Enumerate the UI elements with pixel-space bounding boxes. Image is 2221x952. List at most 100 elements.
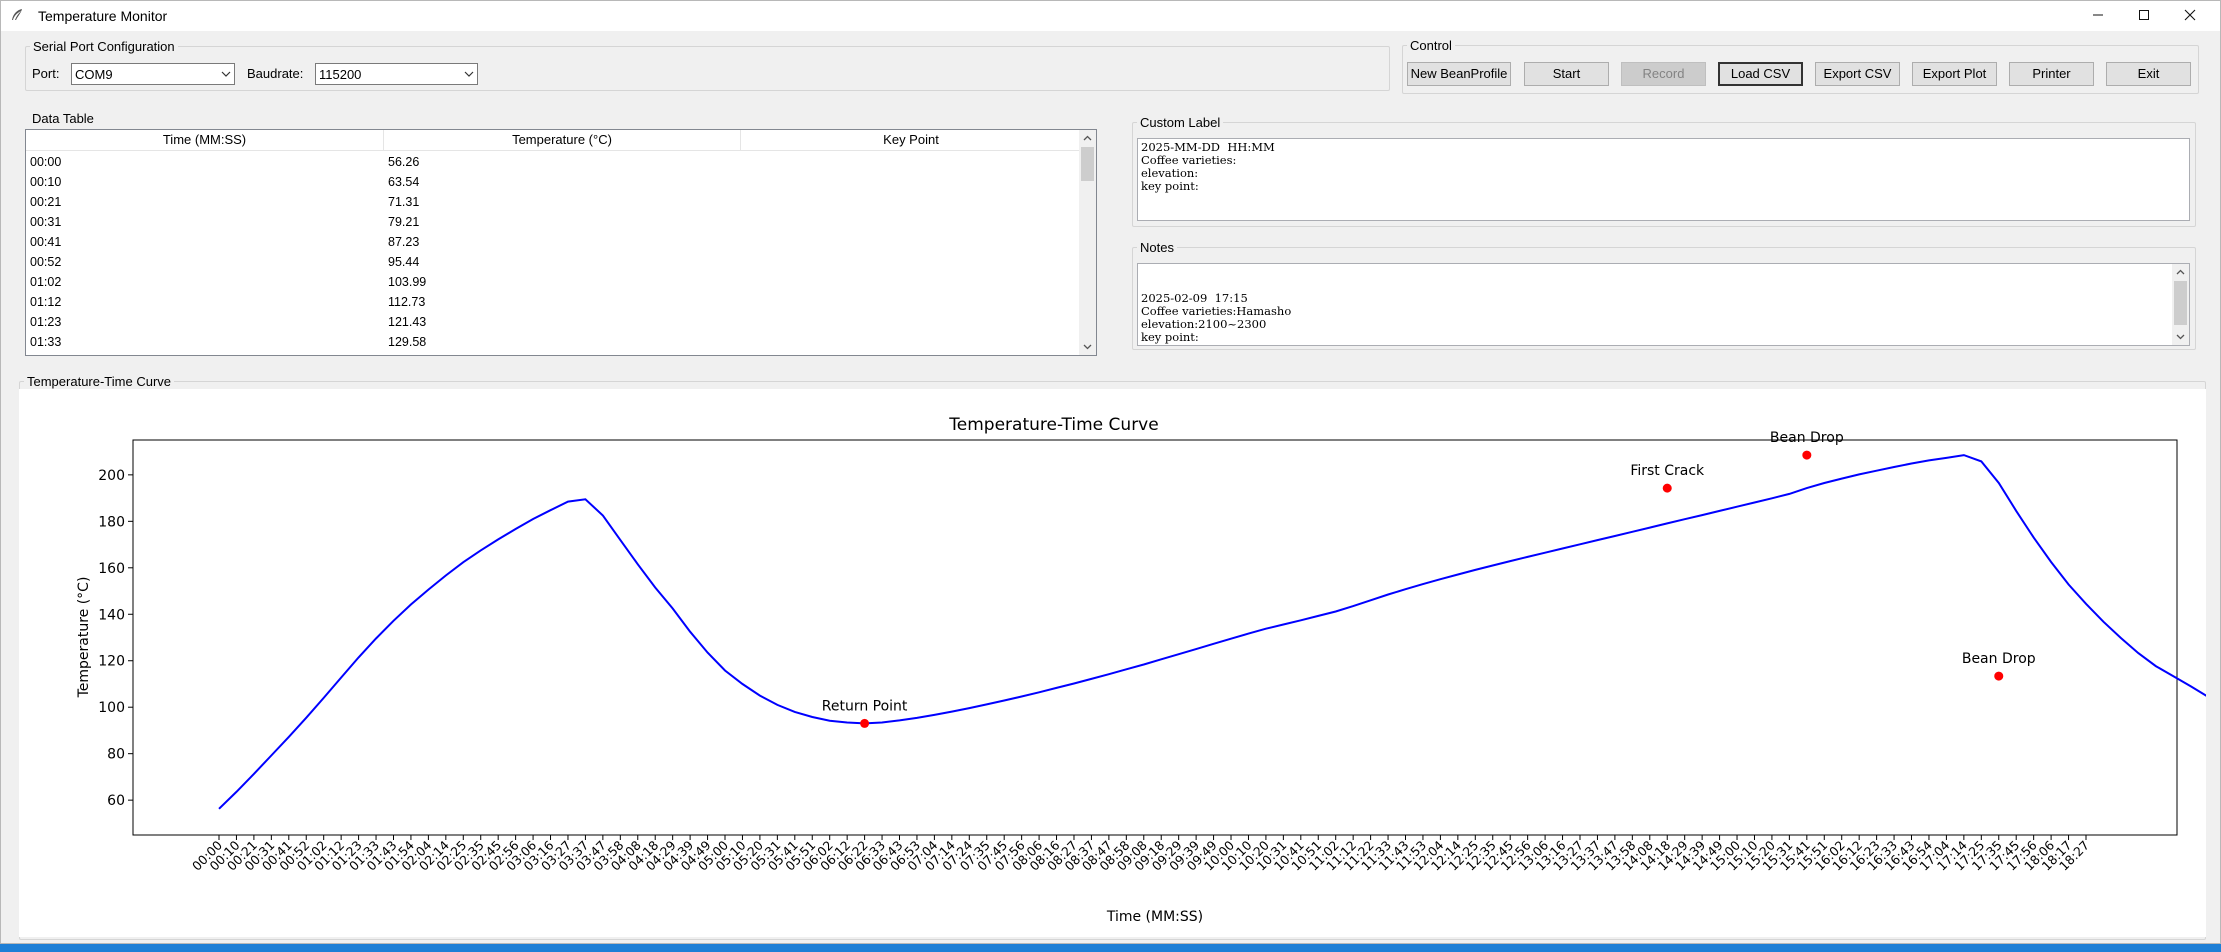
export-csv-button[interactable]: Export CSV [1815,62,1900,86]
notes-textarea[interactable]: 2025-02-09 17:15 Coffee varieties:Hamash… [1137,263,2190,346]
table-row[interactable]: 01:23 121.43 [26,312,1096,332]
y-tick-label: 200 [98,468,125,484]
scroll-up-icon[interactable] [1079,130,1096,147]
cell-temperature: 121.43 [388,315,427,329]
table-row[interactable]: 00:31 79.21 [26,212,1096,232]
control-legend: Control [1410,38,1452,53]
scroll-thumb[interactable] [2174,281,2187,325]
custom-label-textarea[interactable]: 2025-MM-DD HH:MM Coffee varieties: eleva… [1137,138,2190,221]
key-point-label: Bean Drop [1962,651,2036,667]
minimize-icon [2093,14,2103,16]
plot-canvas: Temperature-Time Curve 60 80 100 120 140 160 1… [19,389,2221,937]
exit-button[interactable]: Exit [2106,62,2191,86]
maximize-icon [2139,10,2149,20]
chevron-down-icon [464,71,474,77]
cell-temperature: 71.31 [388,195,420,209]
custom-label-legend: Custom Label [1140,115,1221,130]
column-header-key-point[interactable]: Key Point [741,130,1081,150]
y-tick-label: 80 [107,747,125,763]
y-tick-label: 140 [98,607,125,623]
baudrate-select[interactable]: 115200 [315,63,478,85]
plot-legend: Temperature-Time Curve [27,374,172,389]
baudrate-label: Baudrate: [247,66,304,81]
window-title: Temperature Monitor [38,8,168,24]
table-row[interactable]: 01:33 129.58 [26,332,1096,352]
y-tick-label: 100 [98,700,125,716]
key-point-label: First Crack [1630,463,1705,479]
table-row[interactable]: 01:12 112.73 [26,292,1096,312]
data-table-legend: Data Table [32,111,94,126]
cell-temperature: 103.99 [388,275,427,289]
temperature-chart: Temperature-Time Curve 60 80 100 120 140 160 1… [76,415,2221,925]
maximize-button[interactable] [2121,1,2167,31]
table-row[interactable]: 00:21 71.31 [26,192,1096,212]
close-button[interactable] [2167,1,2213,31]
baudrate-value: 115200 [319,67,362,82]
key-point-label: Return Point [822,698,908,714]
cell-temperature: 129.58 [388,335,427,349]
port-select[interactable]: COM9 [71,63,235,85]
x-axis-label: Time (MM:SS) [1106,909,1203,925]
table-row[interactable]: 00:41 87.23 [26,232,1096,252]
port-value: COM9 [75,67,113,82]
table-scrollbar[interactable] [1079,130,1096,355]
table-row[interactable]: 00:00 56.26 [26,152,1096,172]
cell-time: 01:12 [30,295,62,309]
table-row[interactable]: 00:10 63.54 [26,172,1096,192]
cell-time: 01:02 [30,275,62,289]
record-button[interactable]: Record [1621,62,1706,86]
cell-temperature: 63.54 [388,175,420,189]
key-point-marker [860,718,870,728]
key-point-marker [1994,671,2004,681]
temperature-series-line [218,454,2221,810]
cell-temperature: 79.21 [388,215,420,229]
notes-legend: Notes [1140,240,1174,255]
port-label: Port: [32,66,60,81]
title-bar[interactable]: Temperature Monitor [1,1,2220,31]
y-axis-ticks: 60 80 100 120 140 160 180 200 [98,468,133,809]
printer-button[interactable]: Printer [2009,62,2094,86]
scroll-down-icon[interactable] [1079,338,1096,355]
key-point-marker [1662,483,1672,493]
start-button[interactable]: Start [1524,62,1609,86]
key-point-marker [1802,450,1812,460]
new-beanprofile-button[interactable]: New BeanProfile [1407,62,1511,86]
chevron-down-icon [221,71,231,77]
y-tick-label: 120 [98,654,125,670]
cell-time: 01:33 [30,335,62,349]
column-header-temperature[interactable]: Temperature (°C) [384,130,741,150]
cell-temperature: 56.26 [388,155,420,169]
table-row[interactable]: 00:52 95.44 [26,252,1096,272]
table-header: Time (MM:SS) Temperature (°C) Key Point [26,130,1096,151]
scroll-thumb[interactable] [1081,147,1094,181]
key-point-label: Bean Drop [1770,430,1844,446]
load-csv-button[interactable]: Load CSV [1718,62,1803,86]
cell-time: 00:10 [30,175,62,189]
export-plot-button[interactable]: Export Plot [1912,62,1997,86]
cell-temperature: 95.44 [388,255,420,269]
serial-config-legend: Serial Port Configuration [33,39,175,54]
cell-time: 00:52 [30,255,62,269]
minimize-button[interactable] [2075,1,2121,31]
data-table[interactable]: Time (MM:SS) Temperature (°C) Key Point … [25,129,1097,356]
cell-temperature: 87.23 [388,235,420,249]
scroll-up-icon[interactable] [2172,264,2189,281]
y-tick-label: 180 [98,514,125,530]
feather-icon [12,9,22,20]
y-axis-label: Temperature (°C) [76,577,92,699]
cell-temperature: 112.73 [388,295,426,309]
x-axis-ticks: 00:0000:1000:2100:3100:4100:5201:0201:12… [189,835,2092,874]
main-window: Temperature Monitor Serial Port Configur… [0,0,2221,944]
notes-text: 2025-02-09 17:15 Coffee varieties:Hamash… [1141,291,1303,346]
notes-scrollbar[interactable] [2172,264,2189,345]
y-tick-label: 60 [107,793,125,809]
chart-title: Temperature-Time Curve [948,415,1158,435]
axes-frame [132,439,2178,836]
close-icon [2184,9,2196,21]
column-header-time[interactable]: Time (MM:SS) [26,130,384,150]
cell-time: 00:41 [30,235,62,249]
table-row[interactable]: 01:02 103.99 [26,272,1096,292]
scroll-down-icon[interactable] [2172,328,2189,345]
cell-time: 00:00 [30,155,62,169]
cell-time: 00:21 [30,195,62,209]
